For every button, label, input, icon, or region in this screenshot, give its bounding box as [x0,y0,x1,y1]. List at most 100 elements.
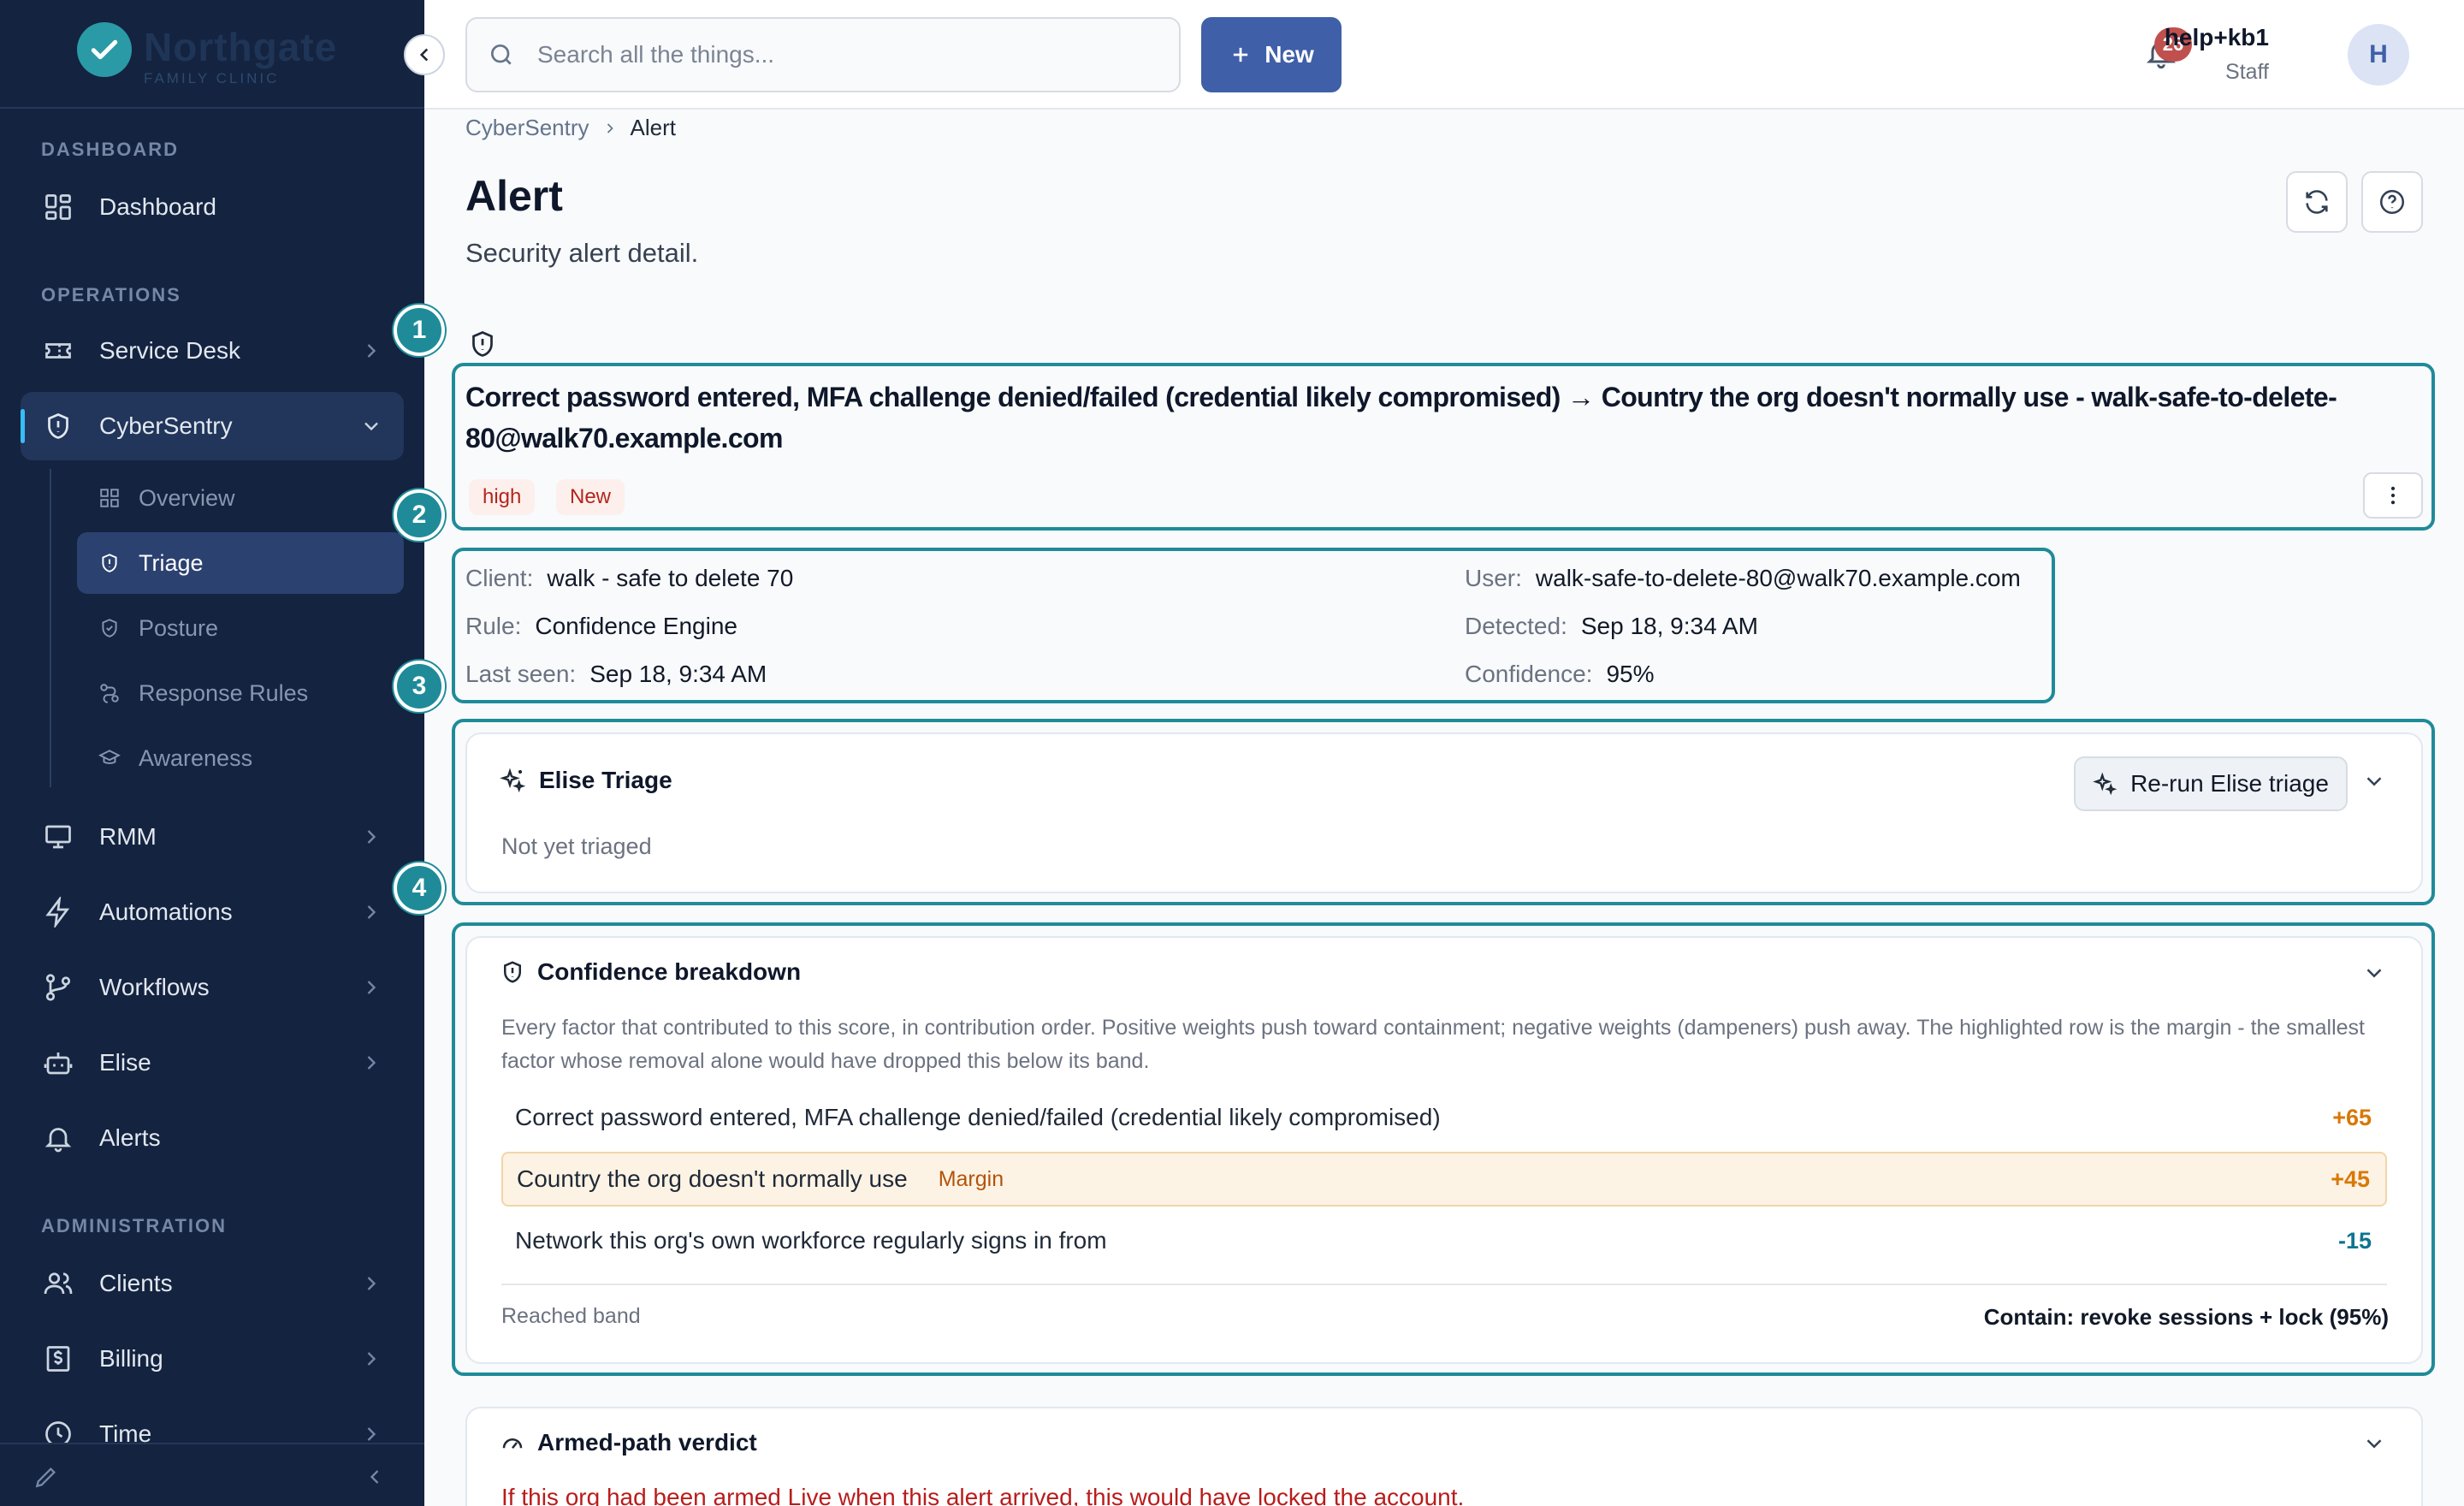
meta-last-seen: Last seen: Sep 18, 9:34 AM [465,661,767,688]
lightning-icon [41,895,75,929]
factor-label: Country the org doesn't normally use [517,1165,908,1192]
sparkles-icon [500,767,527,794]
graduation-cap-icon [98,746,121,770]
severity-badge: high [469,479,536,515]
chevron-down-icon [359,414,383,438]
bell-icon [41,1121,75,1155]
meta-detected: Detected: Sep 18, 9:34 AM [1465,613,1758,640]
section-label-administration: ADMINISTRATION [41,1215,228,1236]
brand-name: Northgate [144,25,338,69]
meta-label: User: [1465,565,1522,591]
pencil-icon[interactable] [33,1463,60,1491]
sidebar-item-workflows[interactable]: Workflows [21,953,404,1022]
alert-title: Correct password entered, MFA challenge … [465,382,2337,454]
subnav-item-response-rules[interactable]: Response Rules [77,662,404,724]
chevron-right-icon [359,1347,383,1371]
sidebar-item-service-desk[interactable]: Service Desk [21,317,404,385]
meta-rule: Rule: Confidence Engine [465,613,737,640]
triage-collapse-chevron-icon[interactable] [2361,768,2387,794]
subnav-item-posture[interactable]: Posture [77,597,404,659]
sidebar-item-automations[interactable]: Automations [21,878,404,946]
confidence-title: Confidence breakdown [537,958,802,985]
chevron-right-icon [359,900,383,924]
factor-weight: -15 [2337,1227,2372,1254]
factor-row: Correct password entered, MFA challenge … [501,1090,2387,1145]
new-button[interactable]: New [1201,17,1342,92]
shield-icon [98,551,121,575]
collapse-sidebar-icon[interactable] [363,1465,387,1489]
shield-check-icon [98,616,121,640]
help-button[interactable] [2361,171,2423,233]
factor-row: Network this org's own workforce regular… [501,1213,2387,1268]
divider [501,1284,2387,1285]
more-actions-button[interactable] [2363,472,2423,519]
sidebar-item-label: CyberSentry [99,412,233,439]
brand-check-icon [77,22,132,77]
sidebar-item-rmm[interactable]: RMM [21,803,404,871]
factor-label: Correct password entered, MFA challenge … [515,1104,1441,1130]
sidebar-item-label: Dashboard [99,193,216,220]
subnav-label: Triage [139,549,204,576]
sidebar-item-clients[interactable]: Clients [21,1249,404,1318]
new-button-label: New [1265,41,1314,68]
subnav-item-overview[interactable]: Overview [77,467,404,529]
meta-label: Client: [465,565,534,591]
subnav-label: Posture [139,614,219,641]
refresh-button[interactable] [2286,171,2348,233]
topbar: New 26 help+kb1 Staff H [424,0,2464,110]
triage-status: Not yet triaged [501,833,652,859]
help-circle-icon [2379,189,2405,215]
step-badge-3: 3 [394,661,445,712]
sidebar-item-billing[interactable]: Billing [21,1325,404,1393]
band-value: Contain: revoke sessions + lock (95%) [1983,1304,2389,1330]
rerun-triage-button[interactable]: Re-run Elise triage [2074,756,2348,811]
factor-label: Network this org's own workforce regular… [515,1227,1107,1254]
sidebar-item-dashboard[interactable]: Dashboard [21,173,404,241]
breadcrumb-separator-icon [601,120,619,137]
subnav-item-triage[interactable]: Triage [77,532,404,594]
band-label: Reached band [501,1304,641,1328]
dashboard-icon [41,190,75,224]
subnav-line [50,469,51,787]
refresh-icon [2306,190,2328,214]
git-branch-icon [41,970,75,1005]
shield-icon [41,409,75,443]
sparkles-icon [2093,771,2118,797]
step-badge-2: 2 [394,489,445,541]
search-icon [488,41,515,68]
receipt-icon [41,1342,75,1376]
page-subtitle: Security alert detail. [465,238,699,268]
avatar[interactable]: H [2348,24,2409,86]
sidebar-item-alerts[interactable]: Alerts [21,1104,404,1172]
meta-label: Last seen: [465,661,577,687]
sidebar-collapse-button[interactable] [404,34,445,75]
chevron-right-icon [359,1051,383,1075]
breadcrumb-parent-link[interactable]: CyberSentry [465,115,589,141]
confidence-collapse-chevron-icon[interactable] [2361,960,2387,986]
page-title: Alert [465,172,563,220]
chevron-right-icon [359,1272,383,1296]
verdict-title: Armed-path verdict [537,1429,757,1456]
brand-subtitle: FAMILY CLINIC [144,70,280,86]
verdict-collapse-chevron-icon[interactable] [2361,1431,2387,1456]
subnav-item-awareness[interactable]: Awareness [77,727,404,789]
plus-icon [1229,43,1253,67]
sidebar-item-label: Clients [99,1270,173,1296]
confidence-card-title: Confidence breakdown [500,958,801,986]
triage-card-title: Elise Triage [500,767,672,794]
sidebar-item-elise[interactable]: Elise [21,1029,404,1097]
grid-icon [98,486,121,510]
factor-weight: +65 [2332,1104,2372,1130]
meta-value: 95% [1606,661,1655,687]
sidebar-item-label: Elise [99,1049,151,1076]
meta-value: walk-safe-to-delete-80@walk70.example.co… [1535,565,2021,591]
search-box[interactable] [465,17,1181,92]
breadcrumb: CyberSentry Alert [465,115,676,141]
sidebar-item-label: Service Desk [99,337,240,364]
search-input[interactable] [537,41,1153,68]
rerun-triage-label: Re-run Elise triage [2130,770,2329,797]
sidebar-item-cybersentry[interactable]: CyberSentry [21,392,404,460]
meta-client: Client: walk - safe to delete 70 [465,565,793,592]
gauge-icon [500,1430,525,1456]
meta-value: Sep 18, 9:34 AM [1580,613,1758,639]
